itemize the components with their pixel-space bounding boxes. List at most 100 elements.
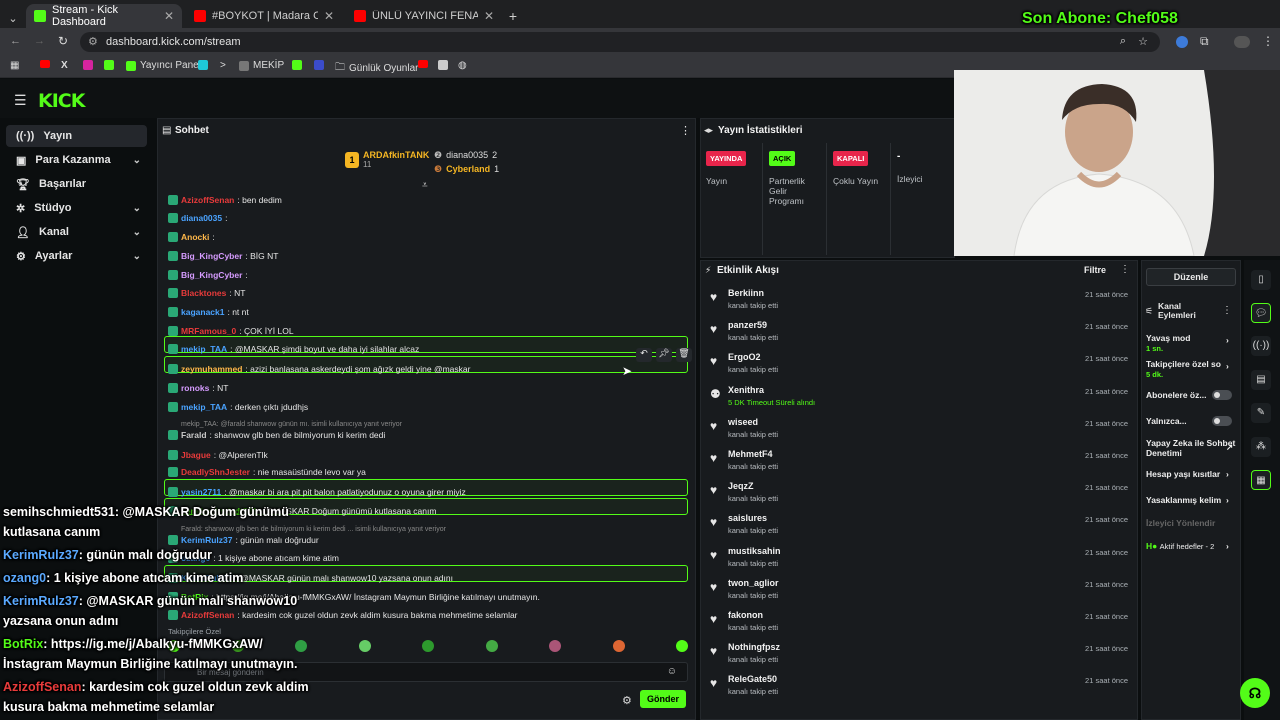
zoom-icon[interactable]: ⌕ — [1120, 35, 1126, 48]
chat-menu-icon[interactable]: ⋮ — [680, 124, 691, 137]
bookmark-kick[interactable] — [292, 60, 302, 70]
banned-words-action[interactable]: Yasaklanmış kelim › — [1146, 495, 1236, 505]
sidebar-item-para-kazanma[interactable]: ▣ Para Kazanma ⌄ — [6, 149, 147, 171]
bookmark-gunluk-oyunlar[interactable]: 🗀 Günlük Oyunlar — [335, 60, 418, 77]
site-info-icon[interactable]: ⚙ — [88, 35, 98, 48]
subscribers-only-toggle[interactable] — [1212, 390, 1232, 400]
chat-username[interactable]: DeadlyShnJester — [181, 467, 250, 477]
help-headset-button[interactable]: ☊ — [1240, 678, 1270, 708]
emote-icon[interactable] — [676, 640, 688, 652]
followers-only-action[interactable]: Takipçilere özel so 5 dk. › — [1146, 359, 1236, 380]
slow-mode-action[interactable]: Yavaş mod 1 sn. › — [1146, 333, 1236, 354]
leader-second-name[interactable]: diana0035 — [446, 150, 488, 161]
activity-username[interactable]: Xenithra — [728, 385, 764, 395]
chat-username[interactable]: MRFamous_0 — [181, 326, 236, 336]
activity-item[interactable]: ♥ saislures kanalı takip etti 21 saat önce — [708, 513, 1130, 543]
rail-table-icon[interactable]: ▦ — [1251, 470, 1271, 490]
activity-username[interactable]: panzer59 — [728, 320, 767, 330]
extension-icon[interactable] — [1176, 36, 1188, 48]
activity-item[interactable]: ♥ ErgoO2 kanalı takip etti 21 saat önce — [708, 352, 1130, 382]
activity-menu-icon[interactable]: ⋮ — [1120, 264, 1130, 275]
sidebar-item-yayin[interactable]: ((·)) Yayın — [6, 125, 147, 147]
close-tab-icon[interactable]: ✕ — [324, 9, 334, 23]
rail-notes-icon[interactable]: ▯ — [1251, 270, 1271, 290]
url-field[interactable]: ⚙ dashboard.kick.com/stream ⌕ ☆ — [80, 32, 1160, 52]
chat-username[interactable]: Anocki — [181, 232, 209, 242]
emote-icon[interactable] — [612, 640, 625, 652]
tab-unlu-yayinci[interactable]: ÜNLÜ YAYINCI FENA İFŞA OLDU ✕ — [346, 4, 502, 28]
activity-item[interactable]: ♥ wiseed kanalı takip etti 21 saat önce — [708, 417, 1130, 447]
leader-third-name[interactable]: Cyberland — [446, 164, 490, 175]
emotes-only-toggle[interactable] — [1212, 416, 1232, 426]
sidebar-item-studyo[interactable]: ✲ Stüdyo ⌄ — [6, 197, 147, 219]
activity-username[interactable]: wiseed — [728, 417, 758, 427]
activity-username[interactable]: ReleGate50 — [728, 674, 777, 684]
activity-username[interactable]: mustiksahin — [728, 546, 781, 556]
reply-icon[interactable]: ↶ — [636, 348, 652, 362]
emote-icon[interactable] — [422, 640, 434, 652]
rail-users-icon[interactable]: ⁂ — [1251, 437, 1271, 457]
emote-icon[interactable] — [295, 640, 307, 652]
bookmark-youtube[interactable] — [40, 60, 50, 68]
activity-username[interactable]: Nothingfpsz — [728, 642, 780, 652]
rail-media-icon[interactable]: ▤ — [1251, 370, 1271, 390]
chat-username[interactable]: mekip_TAA — [181, 344, 227, 354]
bookmark-item[interactable]: ◍ — [458, 60, 467, 71]
back-icon[interactable]: ← — [10, 35, 21, 47]
chat-username[interactable]: kaganack1 — [181, 307, 224, 317]
bookmark-star-icon[interactable]: ☆ — [1138, 35, 1148, 48]
activity-item[interactable]: ♥ ReleGate50 kanalı takip etti 21 saat önce — [708, 674, 1130, 704]
activity-item[interactable]: ♥ mustiksahin kanalı takip etti 21 saat önc… — [708, 546, 1130, 576]
chat-username[interactable]: zeymuhammed — [181, 364, 242, 374]
extensions-puzzle-icon[interactable]: ⧉ — [1200, 34, 1209, 49]
forward-icon[interactable]: → — [34, 35, 45, 47]
chat-username[interactable]: AzizoffSenan — [181, 610, 234, 620]
chat-username[interactable]: Big_KingCyber — [181, 270, 242, 280]
close-tab-icon[interactable]: ✕ — [164, 9, 174, 23]
sidebar-item-ayarlar[interactable]: ⚙ Ayarlar ⌄ — [6, 245, 147, 267]
activity-username[interactable]: fakonon — [728, 610, 763, 620]
channel-actions-menu-icon[interactable]: ⋮ — [1222, 305, 1232, 316]
emote-icon[interactable] — [358, 640, 371, 652]
pin-icon[interactable]: 📌︎ — [656, 348, 672, 362]
activity-item[interactable]: ⚉ Xenithra 5 DK Timeout Süreli alındı 21 sa… — [708, 385, 1130, 415]
activity-item[interactable]: ♥ panzer59 kanalı takip etti 21 saat önce — [708, 320, 1130, 350]
tab-stream-dashboard[interactable]: Stream - Kick Dashboard ✕ — [26, 4, 182, 28]
chat-username[interactable]: mekip_TAA — [181, 402, 227, 412]
activity-item[interactable]: ♥ Berkiinn kanalı takip etti 21 saat önce — [708, 288, 1130, 318]
bookmark-item[interactable] — [314, 60, 324, 70]
send-button[interactable]: Gönder — [640, 690, 686, 708]
activity-username[interactable]: ErgoO2 — [728, 352, 761, 362]
bookmark-x[interactable]: X — [61, 60, 68, 71]
activity-item[interactable]: ♥ Nothingfpsz kanalı takip etti 21 saat önc… — [708, 642, 1130, 672]
activity-username[interactable]: JeqzZ — [728, 481, 754, 491]
bookmark-mekip[interactable]: MEKİP — [239, 60, 284, 71]
emoji-icon[interactable]: ☺ — [667, 666, 677, 677]
filter-button[interactable]: Filtre — [1084, 265, 1106, 275]
apps-grid-icon[interactable]: ▦ — [10, 60, 19, 71]
bookmark-item[interactable] — [438, 60, 448, 70]
emote-icon[interactable] — [485, 640, 498, 652]
activity-username[interactable]: Berkiinn — [728, 288, 764, 298]
menu-dots-icon[interactable]: ⋮ — [1262, 34, 1274, 48]
sidebar-item-kanal[interactable]: 👤︎ Kanal ⌄ — [6, 221, 147, 243]
bookmark-item[interactable] — [198, 60, 208, 70]
activity-username[interactable]: saislures — [728, 513, 767, 523]
activity-item[interactable]: ♥ fakonon kanalı takip etti 21 saat önce — [708, 610, 1130, 640]
activity-item[interactable]: ♥ JeqzZ kanalı takip etti 21 saat önce — [708, 481, 1130, 511]
chat-username[interactable]: Jbague — [181, 450, 211, 460]
chat-username[interactable]: AzizoffSenan — [181, 195, 234, 205]
reload-icon[interactable]: ↻ — [58, 34, 68, 48]
chat-username[interactable]: diana0035 — [181, 213, 222, 223]
delete-icon[interactable]: 🗑︎ — [676, 348, 692, 362]
bookmark-youtube[interactable] — [418, 60, 428, 68]
chat-settings-icon[interactable]: ⚙ — [622, 694, 632, 707]
activity-username[interactable]: MehmetF4 — [728, 449, 773, 459]
tab-list-button[interactable]: ⌄ — [4, 6, 22, 30]
chat-username[interactable]: KerimRulz37 — [181, 535, 233, 545]
bookmark-yayinci-paneli[interactable]: Yayıncı Paneli — [126, 60, 203, 71]
chat-username[interactable]: Farald — [181, 430, 207, 440]
ai-moderation-action[interactable]: Yapay Zeka ile Sohbet Denetimi ↗ — [1146, 438, 1236, 458]
close-tab-icon[interactable]: ✕ — [484, 9, 494, 23]
hamburger-menu-icon[interactable]: ☰ — [14, 92, 27, 109]
